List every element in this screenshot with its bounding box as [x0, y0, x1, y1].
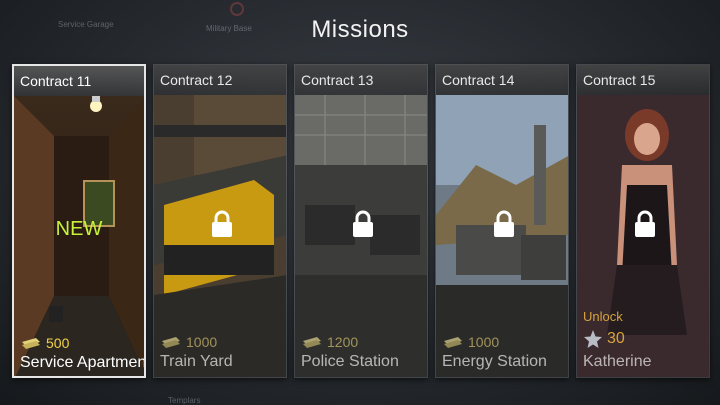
mission-card-service-apartment[interactable]: Contract 11 NEW 500 Service Apartment — [12, 64, 146, 378]
cost-value: 1200 — [327, 334, 359, 350]
money-stack-icon — [22, 338, 40, 349]
map-label: Templars — [168, 396, 201, 405]
contract-label: Contract 13 — [295, 65, 427, 95]
unlock-label: Unlock — [583, 309, 623, 324]
mission-location: Police Station — [301, 353, 399, 370]
star-cost: 30 — [583, 329, 625, 349]
mission-location: Katherine — [583, 353, 652, 370]
money-stack-icon — [444, 337, 462, 348]
mission-card-katherine[interactable]: Contract 15 Unlock 30 Katherine — [576, 64, 710, 378]
mission-location: Train Yard — [160, 353, 233, 370]
mission-list: Contract 11 NEW 500 Service Apartment Co… — [12, 64, 712, 380]
new-badge: NEW — [55, 218, 103, 240]
page-title: Missions — [311, 16, 409, 43]
lock-icon — [494, 210, 514, 237]
map-pin-icon — [230, 2, 244, 16]
money-stack-icon — [303, 337, 321, 348]
lock-icon — [353, 210, 373, 237]
star-cost-value: 30 — [607, 330, 625, 347]
contract-label: Contract 12 — [154, 65, 286, 95]
mission-card-train-yard[interactable]: Contract 12 1000 Train Yard — [153, 64, 287, 378]
mission-cost: 1000 — [160, 333, 217, 351]
mission-location: Service Apartment — [20, 354, 146, 371]
lock-icon — [635, 210, 655, 237]
money-stack-icon — [162, 337, 180, 348]
mission-cost: 1200 — [301, 333, 358, 351]
cost-value: 1000 — [186, 334, 218, 350]
contract-label: Contract 11 — [14, 66, 144, 96]
mission-location: Energy Station — [442, 353, 547, 370]
mission-cost: 500 — [20, 334, 69, 352]
mission-cost: 1000 — [442, 333, 499, 351]
mission-card-police-station[interactable]: Contract 13 1200 Police Station — [294, 64, 428, 378]
lock-icon — [212, 210, 232, 237]
contract-label: Contract 14 — [436, 65, 568, 95]
mission-card-energy-station[interactable]: Contract 14 1000 Energy Station — [435, 64, 569, 378]
cost-value: 1000 — [468, 334, 500, 350]
star-icon — [584, 330, 602, 348]
contract-label: Contract 15 — [577, 65, 709, 95]
cost-value: 500 — [46, 335, 70, 351]
